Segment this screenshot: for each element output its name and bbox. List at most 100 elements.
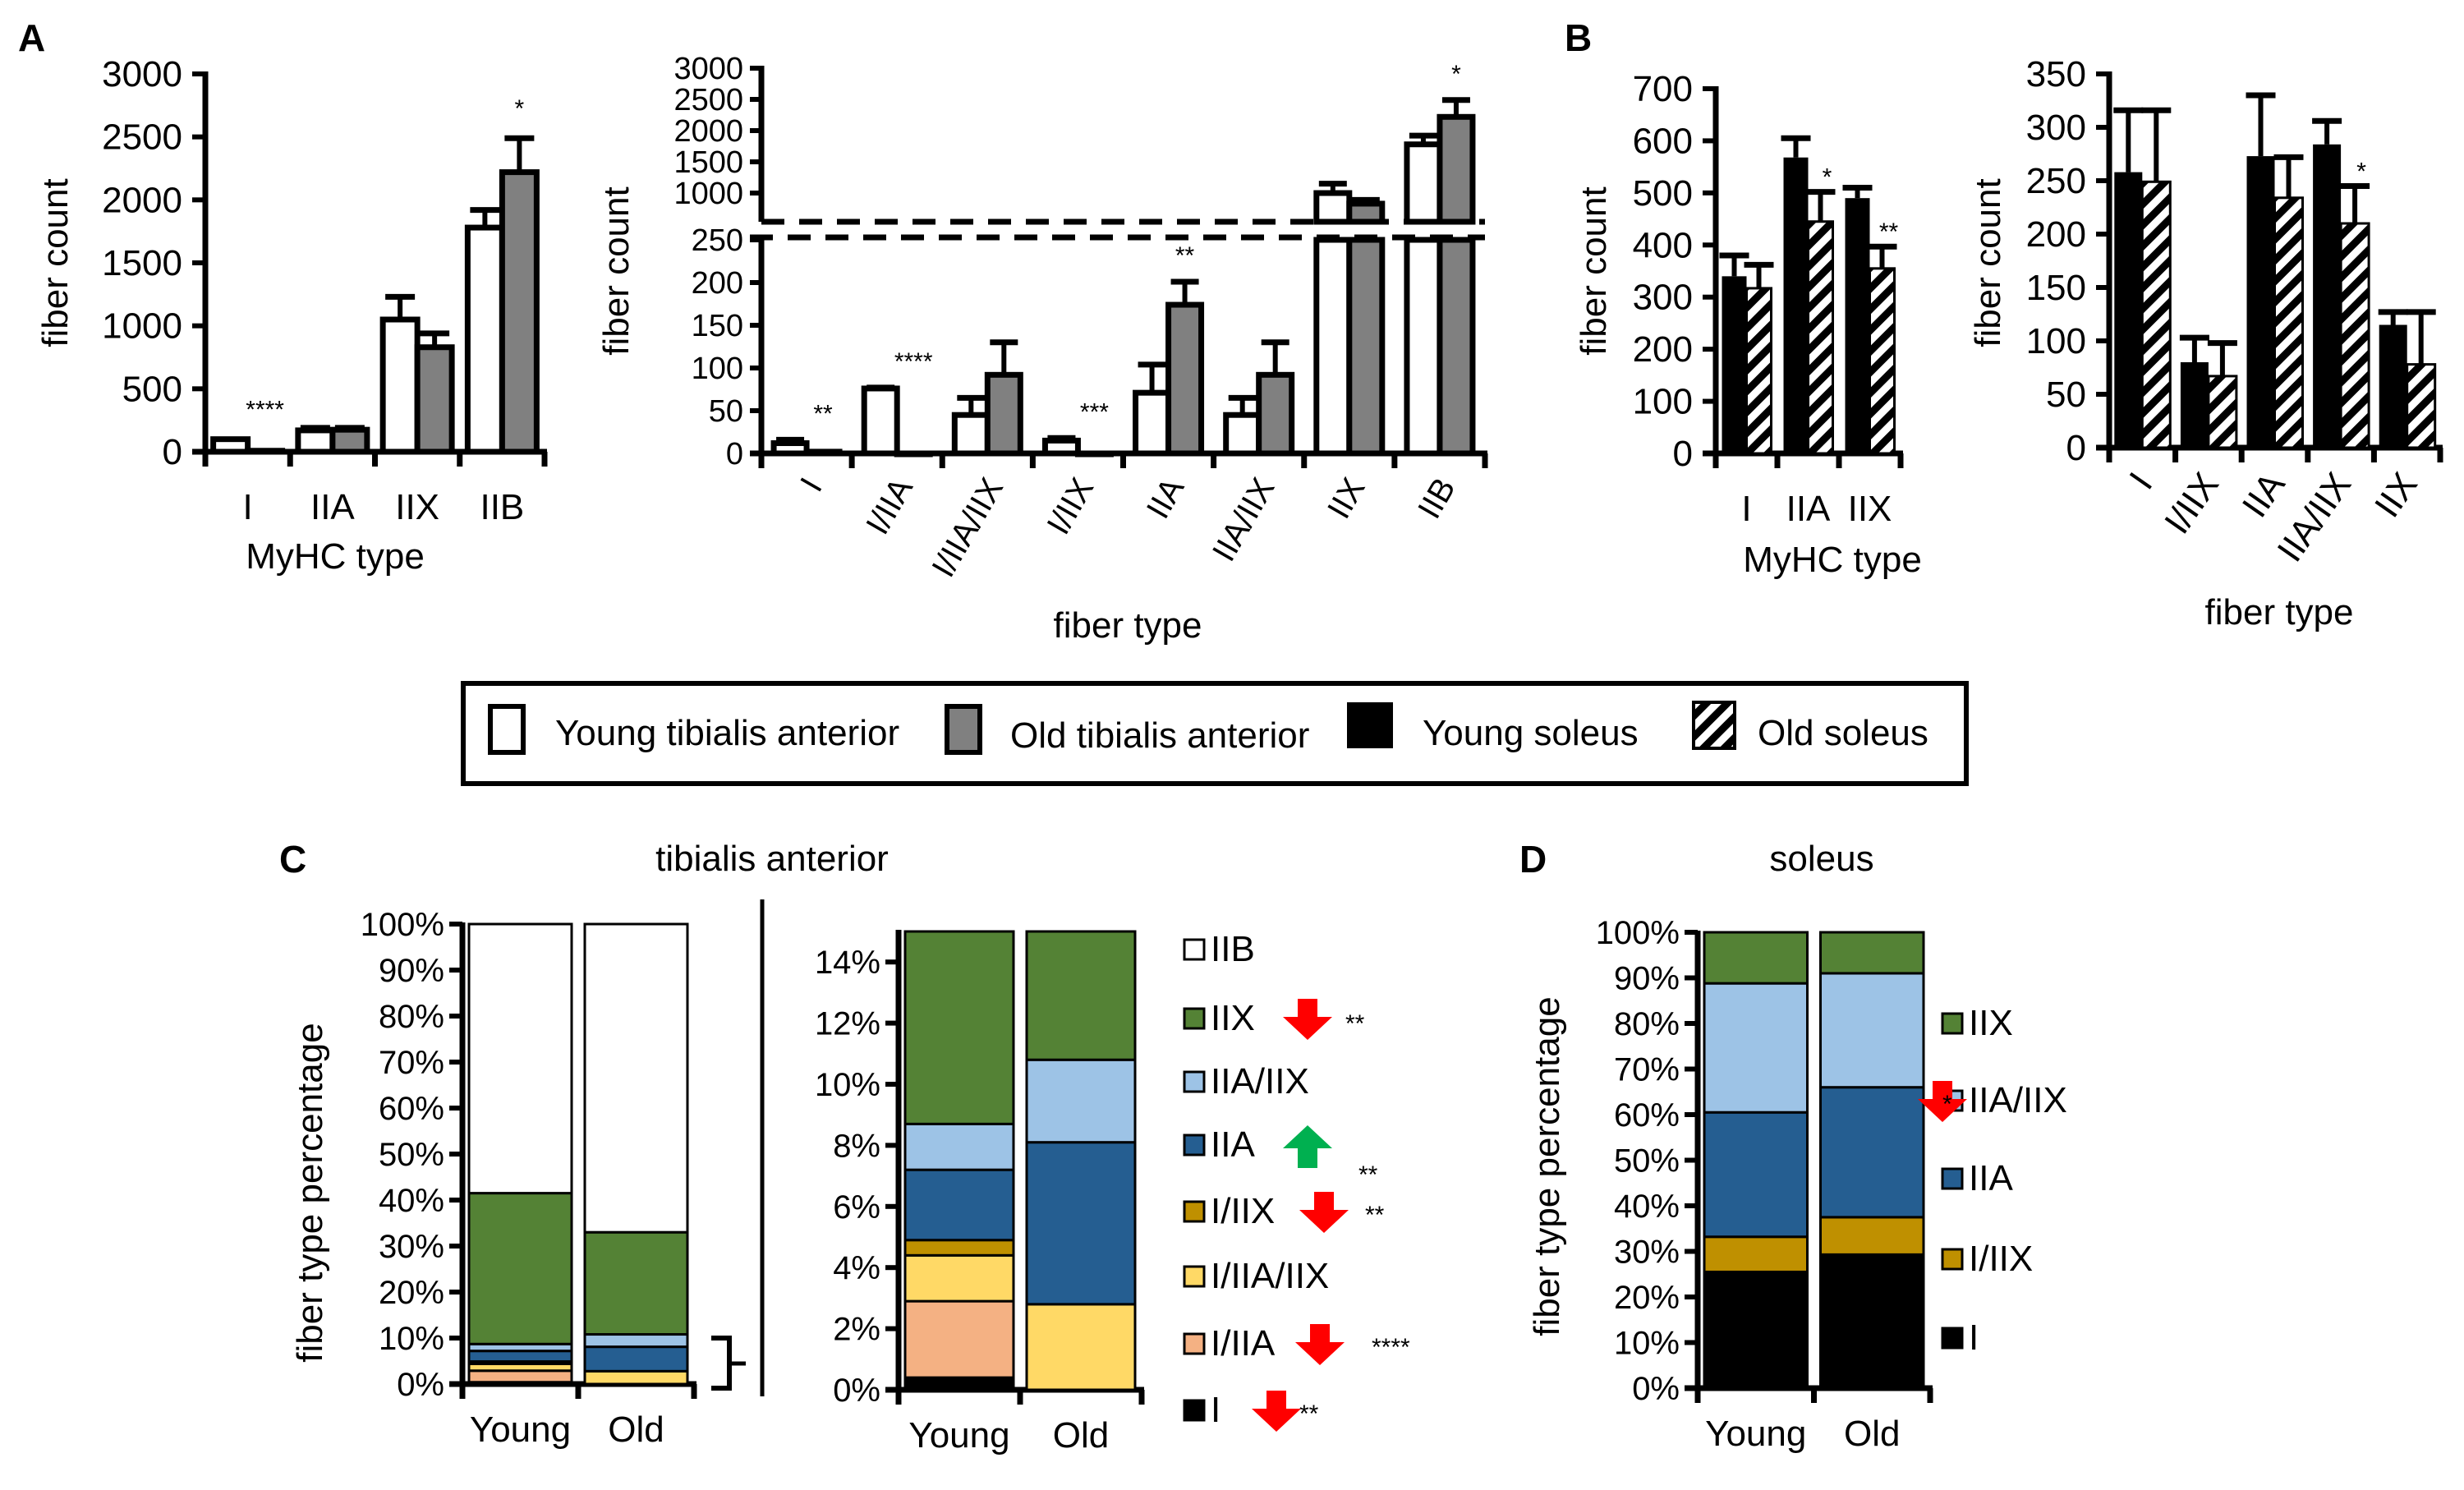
bar — [464, 224, 505, 455]
legend-swatch-old-soleus — [1692, 701, 1736, 750]
y-tick-label: 50 — [2046, 375, 2086, 415]
legend-swatch — [1941, 1248, 1964, 1271]
y-tick-label: 0% — [833, 1373, 880, 1409]
bar — [210, 436, 251, 455]
y-tick-label: 14% — [815, 945, 880, 981]
y-tick-label: 1000 — [673, 177, 743, 211]
bar — [2207, 375, 2238, 449]
y-tick-label: 2000 — [102, 180, 182, 220]
y-tick-label: 150 — [2026, 268, 2086, 308]
bar-segment-iix — [1819, 931, 1925, 975]
bar-segment-iia-iix — [903, 1122, 1015, 1171]
x-tick-label: IIB — [480, 487, 524, 527]
bar — [1256, 371, 1295, 457]
y-tick-label: 60% — [1614, 1097, 1680, 1134]
y-tick-label: 2000 — [673, 114, 743, 149]
x-tick-label: IIX — [395, 487, 439, 527]
bar — [803, 448, 843, 457]
bar-upper — [1404, 141, 1443, 225]
legend-label: I — [1969, 1318, 1979, 1358]
figure: A B C D 050010001500200025003000*****I II… — [18, 16, 2443, 1456]
x-axis-label: MyHC type — [1743, 540, 1922, 580]
legend-swatch-young-ta — [488, 704, 526, 755]
y-tick-label: 100 — [1633, 382, 1693, 422]
y-tick-label: 500 — [1633, 173, 1693, 214]
bar — [1133, 389, 1172, 457]
panel-label-a: A — [18, 16, 45, 59]
chart-a2-fiber-type-counts-ta: 10001500200025003000050100150200250*****… — [596, 52, 1488, 646]
x-tick-label: Old — [608, 1410, 664, 1450]
bar — [1722, 276, 1747, 453]
y-tick-label: 400 — [1633, 225, 1693, 265]
y-tick-label: 1500 — [673, 145, 743, 180]
y-tick-label: 1000 — [102, 306, 182, 347]
y-tick-label: 20% — [1614, 1280, 1680, 1316]
legend-swatch — [1941, 1012, 1964, 1035]
legend-swatch — [1183, 938, 1206, 961]
significance-label: ** — [1175, 242, 1195, 269]
bar — [414, 344, 455, 455]
legend-label-young-ta: Young tibialis anterior — [555, 713, 899, 753]
bar-segment-iia — [467, 1350, 573, 1364]
legend-label-old-soleus: Old soleus — [1758, 713, 1928, 753]
y-tick-label: 100 — [2026, 321, 2086, 361]
bar-segment-iia-iix — [1025, 1058, 1137, 1144]
y-axis-label: fiber count — [35, 178, 76, 347]
x-tick-label: IIX — [1848, 489, 1892, 529]
y-tick-label: 30% — [379, 1229, 444, 1265]
y-tick-label: 70% — [379, 1045, 444, 1081]
y-tick-label: 100 — [692, 352, 743, 386]
y-tick-label: 2500 — [102, 117, 182, 158]
chart-b2-fiber-type-counts-soleus: 0 50 100 150 200 250 300 350 * II/IIX IIAIIA/IIX II… — [1968, 54, 2443, 632]
bar-upper — [1313, 190, 1353, 225]
legend-label: IIA — [1969, 1158, 2013, 1198]
title-soleus: soleus — [1769, 839, 1873, 879]
x-tick-label: Young — [470, 1410, 571, 1450]
y-tick-label: 10% — [379, 1321, 444, 1357]
bar — [2406, 363, 2437, 449]
y-tick-label: 20% — [379, 1275, 444, 1311]
bar — [379, 316, 421, 455]
x-tick-label: I/IIX — [1041, 472, 1101, 541]
bar-upper — [1346, 200, 1386, 225]
bar — [1223, 412, 1262, 457]
y-axis-label: fiber type percentage — [1527, 996, 1567, 1336]
bar-lower — [1437, 237, 1476, 457]
bar-lower — [1346, 237, 1386, 457]
legend-swatch — [1183, 1134, 1206, 1157]
legend-label: I/IIX — [1969, 1239, 2033, 1279]
bar — [2339, 222, 2370, 449]
bracket-line — [711, 1336, 732, 1391]
zoom-bracket — [711, 899, 765, 1396]
legend-swatch — [1941, 1327, 1964, 1350]
y-tick-label: 3000 — [673, 52, 743, 86]
legend-label: IIA/IIX — [1969, 1080, 2067, 1120]
y-tick-label: 700 — [1633, 69, 1693, 109]
legend-label: I/IIX — [1211, 1191, 1275, 1231]
legend-swatch — [1941, 1167, 1964, 1190]
y-tick-label: 0% — [1632, 1371, 1680, 1407]
legend-swatch — [1183, 1200, 1206, 1223]
x-tick-label: Young — [1705, 1414, 1806, 1454]
y-axis-label: fiber count — [1968, 178, 2008, 347]
bar — [951, 412, 991, 457]
significance-label: * — [2356, 159, 2366, 186]
y-tick-label: 60% — [379, 1091, 444, 1127]
panel-label-c: C — [279, 838, 306, 881]
x-tick-label: I/IIA — [859, 471, 920, 540]
bar-segment-iia — [903, 1168, 1015, 1242]
legend-swatch — [1183, 1070, 1206, 1093]
y-tick-label: 30% — [1614, 1235, 1680, 1271]
legend-swatch — [1183, 1332, 1206, 1355]
chart-c2-ta-percentage-zoom: 0% 2% 4% 6% 8% 10% 12% 14% Young Old IIB IIX ** IIA/I… — [815, 929, 1410, 1456]
legend: Young tibialis anterior Old tibialis ant… — [461, 681, 1969, 786]
significance-label: **** — [1372, 1334, 1410, 1361]
significance-label: ** — [1358, 1161, 1378, 1189]
bar — [2379, 324, 2407, 448]
y-tick-label: 2500 — [673, 83, 743, 117]
arrow-down-icon — [1295, 1324, 1345, 1365]
x-tick-label: IIX — [2367, 466, 2425, 525]
legend-label-young-soleus: Young soleus — [1423, 713, 1639, 753]
bar — [1745, 287, 1772, 455]
legend-label: IIB — [1211, 929, 1255, 969]
